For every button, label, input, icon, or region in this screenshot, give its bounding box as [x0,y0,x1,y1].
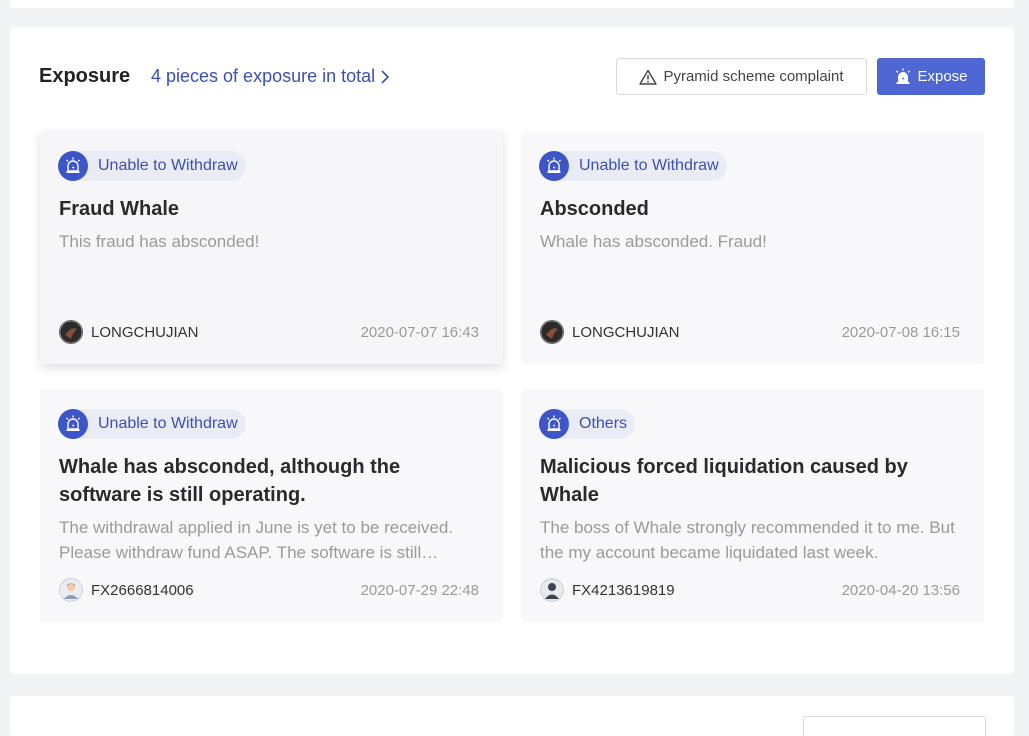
next-section-button[interactable] [803,716,986,736]
dark-avatar-icon [540,320,564,344]
expose-button-label: Expose [917,68,968,85]
previous-section-bottom [10,0,1014,8]
card-title: Malicious forced liquidation caused by W… [540,456,908,506]
exposure-panel: Exposure 4 pieces of exposure in total P… [10,27,1014,674]
exposure-card[interactable]: Others Malicious forced liquidation caus… [521,389,984,622]
category-tag: Unable to Withdraw [539,151,727,181]
warning-icon [639,69,658,85]
category-tag: Unable to Withdraw [58,151,246,181]
user-silhouette-avatar-icon [540,578,564,602]
card-description: The withdrawal applied in June is yet to… [59,518,454,562]
card-author: FX2666814006 [59,578,194,602]
card-title: Absconded [540,198,649,220]
card-author: LONGCHUJIAN [59,320,199,344]
category-tag: Unable to Withdraw [58,409,246,439]
card-author: FX4213619819 [540,578,675,602]
card-timestamp: 2020-07-07 16:43 [360,324,479,341]
author-name: LONGCHUJIAN [91,323,199,341]
author-name: LONGCHUJIAN [572,323,680,341]
alarm-icon [896,68,911,84]
card-description: Whale has absconded. Fraud! [540,232,767,251]
total-exposure-link[interactable]: 4 pieces of exposure in total [151,66,392,87]
alarm-icon [539,151,569,181]
category-tag-label: Unable to Withdraw [98,415,238,432]
section-title: Exposure [39,65,131,87]
card-description: This fraud has absconded! [59,232,260,251]
author-name: FX4213619819 [572,581,675,599]
total-exposure-label: 4 pieces of exposure in total [151,66,376,86]
exposure-card[interactable]: Unable to Withdraw Fraud Whale This frau… [40,131,503,364]
next-section-panel [10,696,1014,736]
complaint-button-label: Pyramid scheme complaint [663,68,844,85]
card-title: Whale has absconded, although the softwa… [59,456,401,506]
card-timestamp: 2020-04-20 13:56 [841,582,960,599]
card-timestamp: 2020-07-08 16:15 [841,324,960,341]
category-tag-label: Unable to Withdraw [579,157,719,174]
alarm-icon [58,409,88,439]
category-tag-label: Others [579,415,628,432]
alarm-icon [58,151,88,181]
category-tag: Others [539,409,636,439]
card-description: The boss of Whale strongly recommended i… [540,518,955,562]
card-timestamp: 2020-07-29 22:48 [360,582,479,599]
exposure-card[interactable]: Unable to Withdraw Whale has absconded, … [40,389,503,622]
dark-avatar-icon [59,320,83,344]
card-author: LONGCHUJIAN [540,320,680,344]
category-tag-label: Unable to Withdraw [98,157,238,174]
chevron-right-icon [380,69,392,85]
exposure-card[interactable]: Unable to Withdraw Absconded Whale has a… [521,131,984,364]
alarm-icon [539,409,569,439]
expose-button[interactable]: Expose [877,58,985,95]
card-title: Fraud Whale [59,198,180,220]
pyramid-scheme-complaint-button[interactable]: Pyramid scheme complaint [616,58,867,95]
default-user-avatar-icon [59,578,83,602]
exposure-header: Exposure 4 pieces of exposure in total P… [10,27,1014,127]
author-name: FX2666814006 [91,581,194,599]
